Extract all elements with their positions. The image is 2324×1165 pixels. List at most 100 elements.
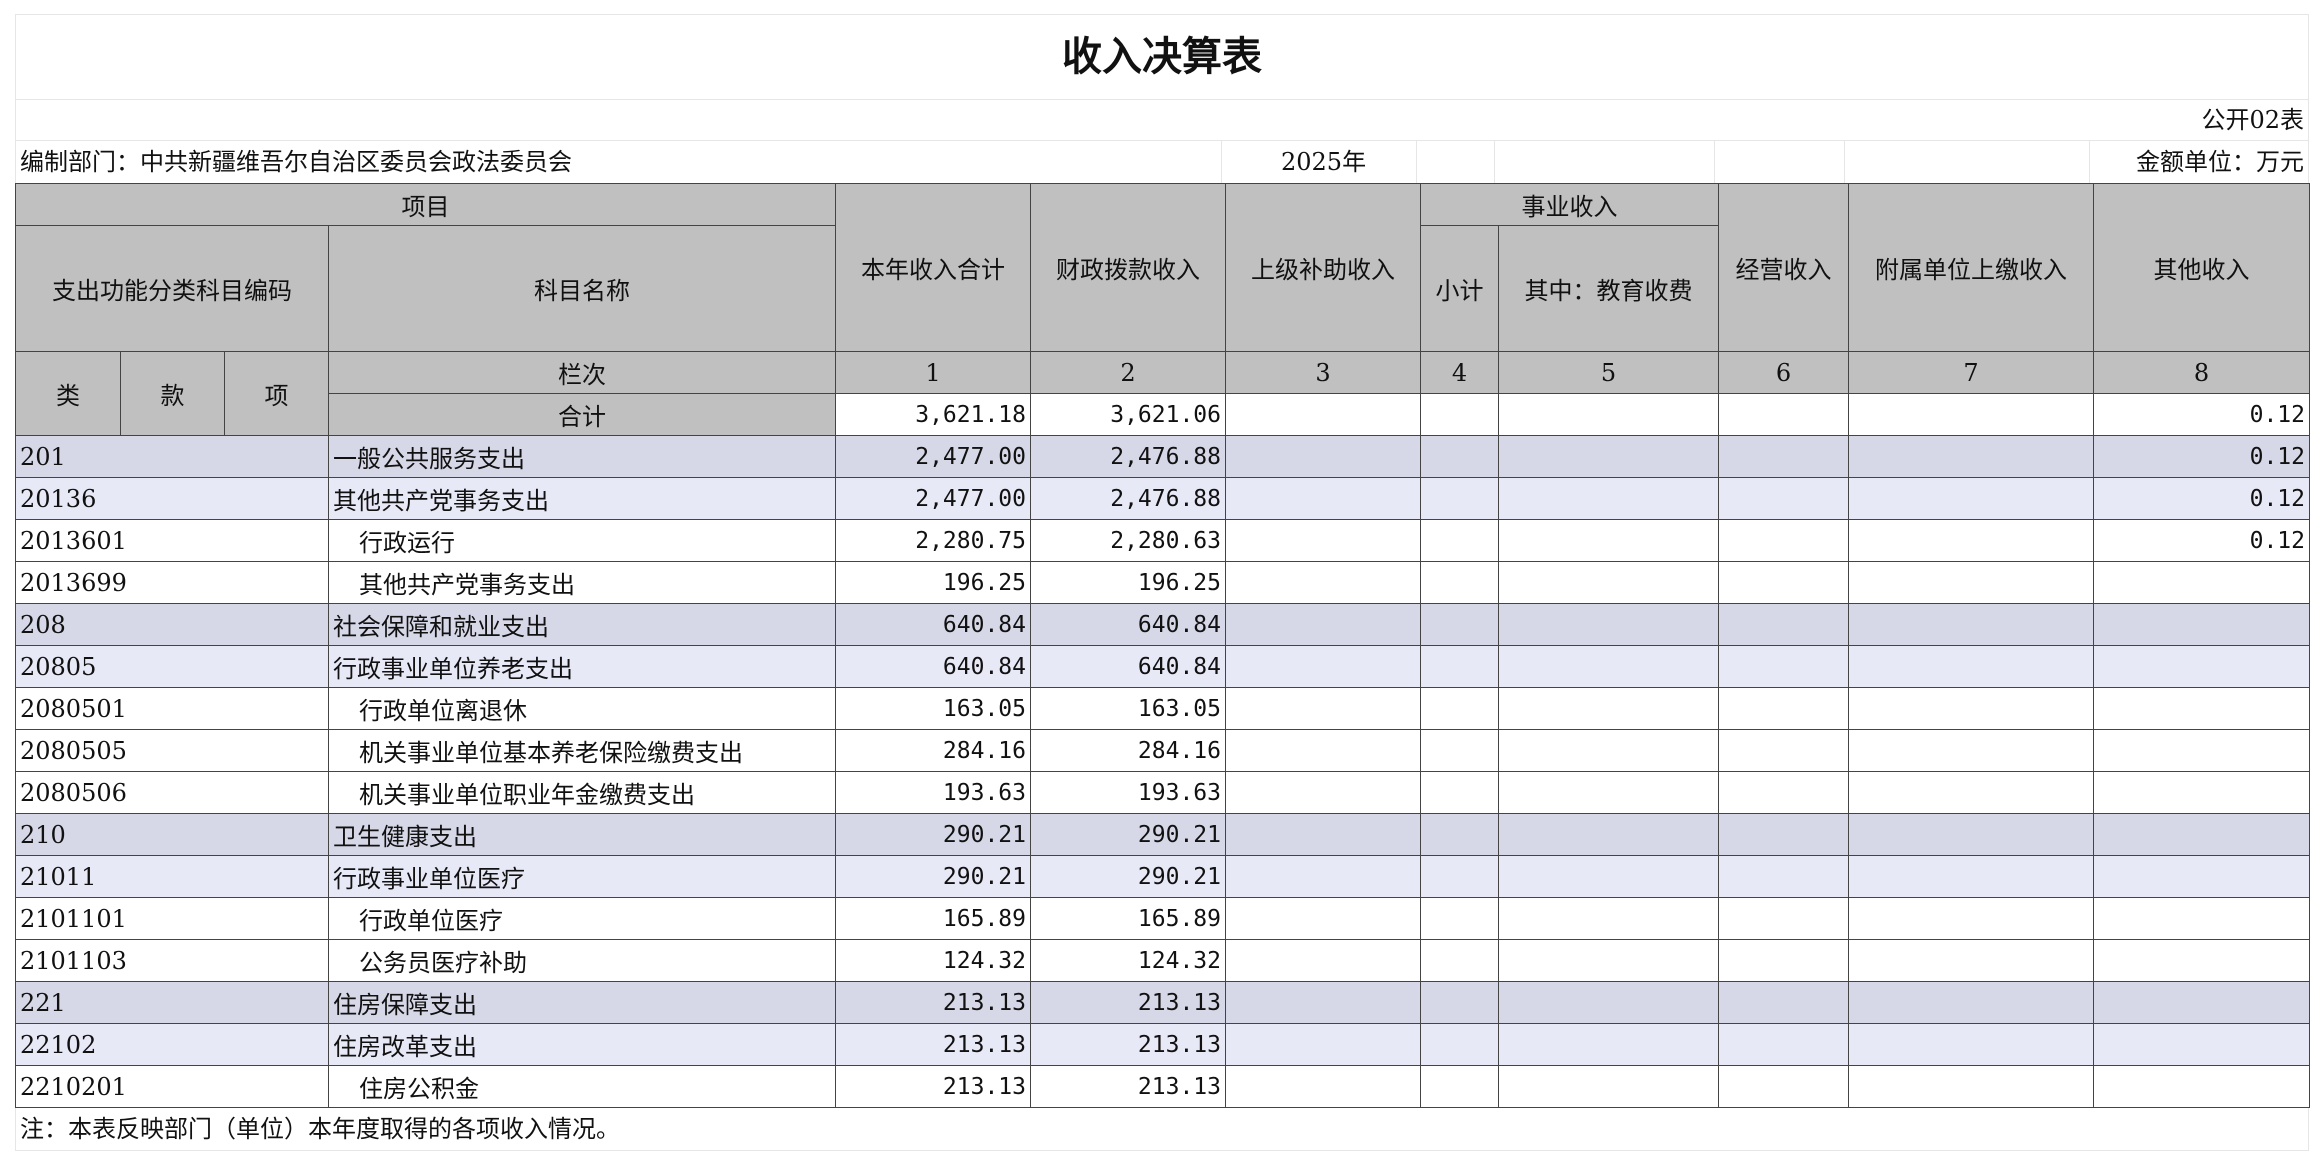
row-superior — [1225, 561, 1421, 604]
table-row: 21011 行政事业单位医疗 290.21 290.21 — [15, 855, 2310, 898]
header-project: 项目 — [15, 183, 836, 226]
row-fiscal: 163.05 — [1030, 687, 1226, 730]
table-row: 2013699 其他共产党事务支出 196.25 196.25 — [15, 561, 2310, 604]
row-affiliated — [1848, 687, 2094, 730]
header-func-code: 支出功能分类科目编码 — [15, 225, 329, 352]
row-superior — [1225, 519, 1421, 562]
row-fiscal: 2,476.88 — [1030, 477, 1226, 520]
row-total-income: 290.21 — [835, 855, 1031, 898]
row-other — [2093, 981, 2310, 1024]
total-c7 — [1848, 393, 2094, 436]
row-superior — [1225, 477, 1421, 520]
row-other — [2093, 645, 2310, 688]
row-affiliated — [1848, 855, 2094, 898]
row-edu-fee — [1498, 897, 1719, 940]
row-superior — [1225, 897, 1421, 940]
row-edu-fee — [1498, 939, 1719, 982]
row-name: 行政单位医疗 — [328, 897, 836, 940]
table-row: 22102 住房改革支出 213.13 213.13 — [15, 1023, 2310, 1066]
grid-line — [2089, 141, 2090, 183]
row-affiliated — [1848, 813, 2094, 856]
header-xiang: 项 — [224, 351, 329, 436]
row-operating — [1718, 939, 1849, 982]
col-number: 1 — [835, 351, 1031, 394]
row-operating — [1718, 729, 1849, 772]
row-subtotal — [1420, 813, 1499, 856]
grid-line — [1714, 141, 1715, 183]
row-edu-fee — [1498, 687, 1719, 730]
col-number: 2 — [1030, 351, 1226, 394]
row-other — [2093, 771, 2310, 814]
row-fiscal: 213.13 — [1030, 1065, 1226, 1108]
row-code: 2101103 — [15, 939, 329, 982]
row-edu-fee — [1498, 435, 1719, 478]
row-other: 0.12 — [2093, 435, 2310, 478]
row-code: 2080506 — [15, 771, 329, 814]
table-row: 2080501 行政单位离退休 163.05 163.05 — [15, 687, 2310, 730]
table-row: 20805 行政事业单位养老支出 640.84 640.84 — [15, 645, 2310, 688]
row-name: 其他共产党事务支出 — [328, 561, 836, 604]
header-business: 事业收入 — [1420, 183, 1719, 226]
header-lei: 类 — [15, 351, 121, 436]
row-code: 2210201 — [15, 1065, 329, 1108]
grid-line — [1494, 141, 1495, 183]
col-number: 8 — [2093, 351, 2310, 394]
table-row: 2080505 机关事业单位基本养老保险缴费支出 284.16 284.16 — [15, 729, 2310, 772]
row-subtotal — [1420, 1023, 1499, 1066]
row-affiliated — [1848, 519, 2094, 562]
row-superior — [1225, 1023, 1421, 1066]
row-affiliated — [1848, 1023, 2094, 1066]
table-row: 2101101 行政单位医疗 165.89 165.89 — [15, 897, 2310, 940]
row-fiscal: 640.84 — [1030, 645, 1226, 688]
row-operating — [1718, 1023, 1849, 1066]
row-total-income: 213.13 — [835, 981, 1031, 1024]
header-subtotal: 小计 — [1420, 225, 1499, 352]
row-edu-fee — [1498, 771, 1719, 814]
row-subtotal — [1420, 687, 1499, 730]
row-total-income: 2,477.00 — [835, 477, 1031, 520]
col-number: 7 — [1848, 351, 2094, 394]
row-name: 住房保障支出 — [328, 981, 836, 1024]
row-code: 21011 — [15, 855, 329, 898]
income-statement-sheet: 收入决算表 公开02表 编制部门：中共新疆维吾尔自治区委员会政法委员会 2025… — [15, 14, 2310, 1151]
row-other: 0.12 — [2093, 519, 2310, 562]
row-subtotal — [1420, 771, 1499, 814]
row-subtotal — [1420, 435, 1499, 478]
row-fiscal: 290.21 — [1030, 813, 1226, 856]
row-other — [2093, 687, 2310, 730]
row-code: 2080501 — [15, 687, 329, 730]
row-other — [2093, 855, 2310, 898]
total-c4 — [1420, 393, 1499, 436]
row-name: 行政运行 — [328, 519, 836, 562]
row-name: 其他共产党事务支出 — [328, 477, 836, 520]
row-affiliated — [1848, 771, 2094, 814]
row-name: 一般公共服务支出 — [328, 435, 836, 478]
header-total-income: 本年收入合计 — [835, 183, 1031, 352]
row-fiscal: 196.25 — [1030, 561, 1226, 604]
total-c1: 3,621.18 — [835, 393, 1031, 436]
total-c2: 3,621.06 — [1030, 393, 1226, 436]
header-fiscal: 财政拨款收入 — [1030, 183, 1226, 352]
row-superior — [1225, 435, 1421, 478]
row-operating — [1718, 981, 1849, 1024]
row-edu-fee — [1498, 519, 1719, 562]
row-total-income: 2,477.00 — [835, 435, 1031, 478]
row-superior — [1225, 939, 1421, 982]
row-code: 2101101 — [15, 897, 329, 940]
row-fiscal: 290.21 — [1030, 855, 1226, 898]
row-other: 0.12 — [2093, 477, 2310, 520]
row-name: 机关事业单位基本养老保险缴费支出 — [328, 729, 836, 772]
row-name: 公务员医疗补助 — [328, 939, 836, 982]
col-number: 4 — [1420, 351, 1499, 394]
table-row: 208 社会保障和就业支出 640.84 640.84 — [15, 603, 2310, 646]
col-number: 3 — [1225, 351, 1421, 394]
row-operating — [1718, 645, 1849, 688]
unit-label: 金额单位：万元 — [2136, 148, 2304, 176]
row-subtotal — [1420, 1065, 1499, 1108]
row-subtotal — [1420, 561, 1499, 604]
header-column-no: 栏次 — [328, 351, 836, 394]
row-subtotal — [1420, 477, 1499, 520]
header-affiliated: 附属单位上缴收入 — [1848, 183, 2094, 352]
row-name: 行政事业单位养老支出 — [328, 645, 836, 688]
row-edu-fee — [1498, 645, 1719, 688]
